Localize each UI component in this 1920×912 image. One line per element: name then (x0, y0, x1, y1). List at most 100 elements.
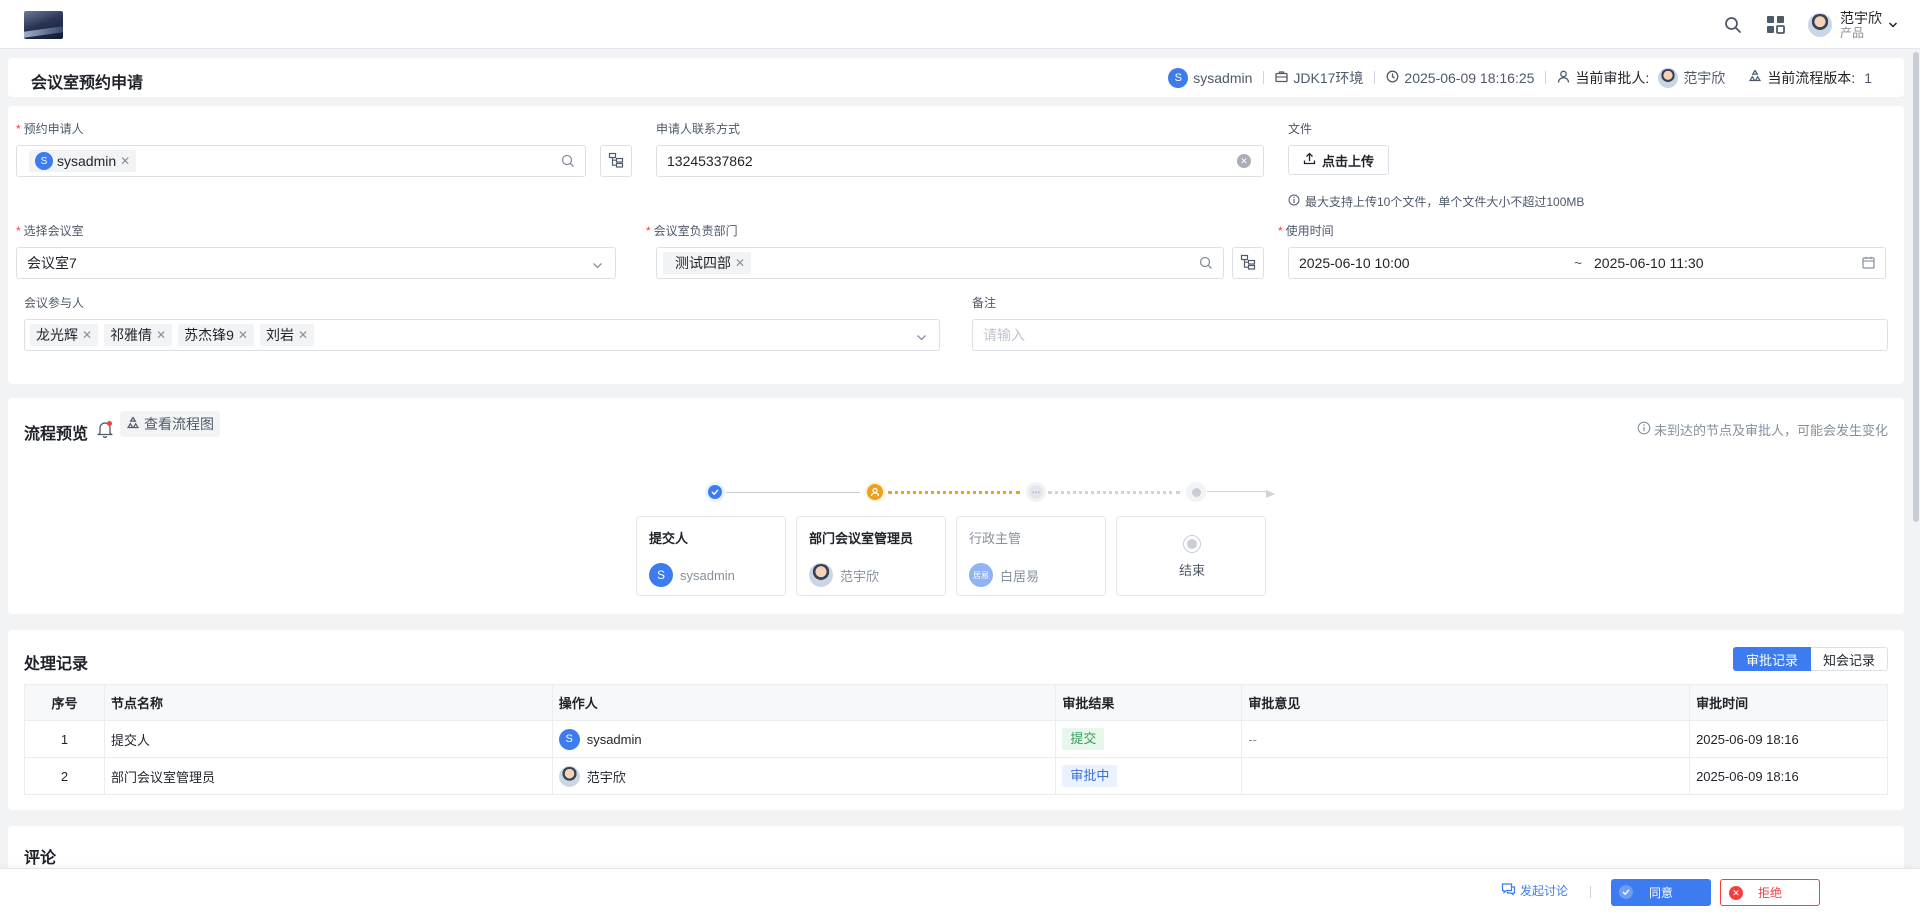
dept-label: 会议室负责部门 (653, 224, 738, 238)
participants-select[interactable]: 龙光辉 ✕ 祁雅倩 ✕ 苏杰锋9 ✕ 刘岩 ✕ (24, 319, 940, 351)
row-node: 提交人 (103, 720, 553, 758)
version-value: 1 (1864, 69, 1872, 86)
upload-button[interactable]: 点击上传 (1288, 145, 1390, 175)
search-icon[interactable] (1722, 14, 1744, 36)
participant-tag: 祁雅倩 ✕ (104, 324, 173, 346)
meta-creator: S sysadmin (1168, 67, 1253, 88)
time-end[interactable]: 2025-06-10 11:30 (1594, 255, 1704, 271)
info-icon (1288, 194, 1300, 209)
tab-approval-records[interactable]: 审批记录 (1732, 647, 1811, 671)
row-operator: 范宇欣 (558, 765, 1050, 787)
org-tree-button[interactable] (1232, 247, 1264, 279)
tag-remove-icon[interactable]: ✕ (298, 328, 308, 342)
search-icon[interactable] (561, 154, 575, 171)
column-header[interactable]: 审批结果 (1055, 684, 1243, 721)
scrollbar-thumb[interactable] (1913, 52, 1919, 522)
search-icon[interactable] (1199, 256, 1213, 273)
bell-icon[interactable] (96, 420, 114, 441)
contact-label: 申请人联系方式 (656, 122, 741, 136)
view-flow-chart-button[interactable]: 查看流程图 (120, 411, 220, 437)
node-end-icon (1186, 482, 1206, 502)
node-title: 行政主管 (969, 531, 1022, 546)
meta-environment: JDK17环境 (1275, 68, 1363, 88)
meta-datetime: 2025-06-09 18:16:25 (1386, 70, 1534, 86)
start-discussion-button[interactable]: 发起讨论 (1501, 882, 1568, 899)
chat-icon (1501, 882, 1516, 899)
reject-label: 拒绝 (1757, 886, 1782, 900)
top-bar: 范宇欣 产品 (0, 0, 1920, 49)
creator-name: sysadmin (1193, 69, 1253, 86)
flow-node-dept-admin[interactable]: 部门会议室管理员 范宇欣 (796, 516, 946, 596)
recycle-icon (1748, 69, 1762, 86)
column-header[interactable]: 序号 (24, 684, 105, 721)
column-header[interactable]: 审批意见 (1241, 684, 1691, 721)
time-field: * 使用时间 2025-06-10 10:00 ~ 2025-06-10 11:3… (1278, 223, 1896, 279)
column-header[interactable]: 审批时间 (1689, 684, 1888, 721)
tag-remove-icon[interactable]: ✕ (156, 328, 166, 342)
tag-remove-icon[interactable]: ✕ (82, 328, 92, 342)
row-node: 部门会议室管理员 (103, 757, 553, 795)
arrow-right-icon (1266, 487, 1276, 502)
row-opinion: -- (1241, 720, 1691, 758)
apps-grid-icon[interactable] (1765, 14, 1787, 36)
contact-field: 申请人联系方式 13245337862 ✕ (656, 121, 1264, 177)
room-value: 会议室7 (27, 255, 77, 271)
upload-hint: 最大支持上传10个文件，单个文件大小不超过100MB (1288, 193, 1584, 210)
clear-icon[interactable]: ✕ (1237, 154, 1251, 168)
room-select[interactable]: 会议室7 (16, 247, 616, 279)
flow-connector-active (888, 491, 1020, 494)
dept-input[interactable]: 测试四部 ✕ (656, 247, 1224, 279)
approve-button[interactable]: 同意 (1611, 879, 1711, 906)
status-badge: 审批中 (1062, 765, 1118, 787)
contact-input[interactable]: 13245337862 ✕ (656, 145, 1264, 177)
flow-node-end[interactable]: 结束 (1116, 516, 1266, 596)
flow-node-submitter[interactable]: 提交人 S sysadmin (636, 516, 786, 596)
divider (1374, 71, 1376, 84)
org-tree-button[interactable] (600, 145, 632, 177)
app-logo[interactable] (24, 11, 63, 39)
node-user-avatar: S (649, 563, 673, 587)
chevron-down-icon (1888, 18, 1898, 33)
approve-label: 同意 (1648, 886, 1673, 900)
tag-remove-icon[interactable]: ✕ (735, 256, 745, 270)
node-user-avatar (809, 563, 833, 587)
time-range-picker[interactable]: 2025-06-10 10:00 ~ 2025-06-10 11:30 (1288, 247, 1886, 279)
table-row[interactable]: 2 部门会议室管理员 范宇欣 审批中 2025-06-09 18:16 (24, 757, 1888, 795)
node-user: 居易 白居易 (969, 563, 1039, 587)
column-header[interactable]: 操作人 (551, 684, 1057, 721)
row-opinion (1241, 757, 1691, 795)
user-menu[interactable]: 范宇欣 产品 (1808, 8, 1898, 42)
tab-notify-records[interactable]: 知会记录 (1810, 647, 1888, 671)
node-user-avatar: 居易 (969, 563, 993, 587)
participant-tag: 苏杰锋9 ✕ (178, 324, 254, 346)
user-avatar (1808, 13, 1832, 37)
divider (1590, 886, 1591, 898)
remark-input[interactable]: 请输入 (972, 319, 1888, 351)
user-role: 产品 (1840, 26, 1865, 40)
applicant-tag-text: sysadmin (57, 153, 117, 169)
room-label: 选择会议室 (23, 224, 84, 238)
user-name: 范宇欣 (1840, 10, 1882, 26)
node-title: 部门会议室管理员 (809, 531, 914, 546)
flow-node-admin-supervisor[interactable]: 行政主管 居易 白居易 (956, 516, 1106, 596)
applicant-tag: S sysadmin ✕ (29, 150, 137, 172)
node-user-name: 范宇欣 (840, 568, 880, 584)
records-table: 序号 节点名称 操作人 审批结果 审批意见 审批时间 1 提交人 Ssysadm… (24, 684, 1888, 795)
tag-remove-icon[interactable]: ✕ (120, 154, 130, 168)
time-label: 使用时间 (1285, 224, 1334, 238)
room-field: * 选择会议室 会议室7 (16, 223, 632, 279)
tag-remove-icon[interactable]: ✕ (238, 328, 248, 342)
close-circle-icon: ✕ (1729, 886, 1743, 900)
participant-tag: 龙光辉 ✕ (30, 324, 99, 346)
time-start[interactable]: 2025-06-10 10:00 (1299, 255, 1410, 271)
page-header: 会议室预约申请 S sysadmin JDK17环境 2025-06-09 18… (8, 58, 1904, 97)
table-row[interactable]: 1 提交人 Ssysadmin 提交 -- 2025-06-09 18:16 (24, 720, 1888, 758)
reject-button[interactable]: ✕ 拒绝 (1720, 879, 1820, 906)
process-records: 处理记录 审批记录 知会记录 序号 节点名称 操作人 审批结果 审批意见 审批时… (8, 630, 1904, 810)
column-header[interactable]: 节点名称 (103, 684, 553, 721)
upload-icon (1303, 152, 1316, 168)
view-flow-chart-label: 查看流程图 (144, 416, 214, 432)
file-field: 文件 点击上传 最大支持上传10个文件，单个文件大小不超过100MB (1288, 121, 1888, 211)
applicant-input[interactable]: S sysadmin ✕ (16, 145, 586, 177)
flow-title: 流程预览 (24, 426, 89, 443)
